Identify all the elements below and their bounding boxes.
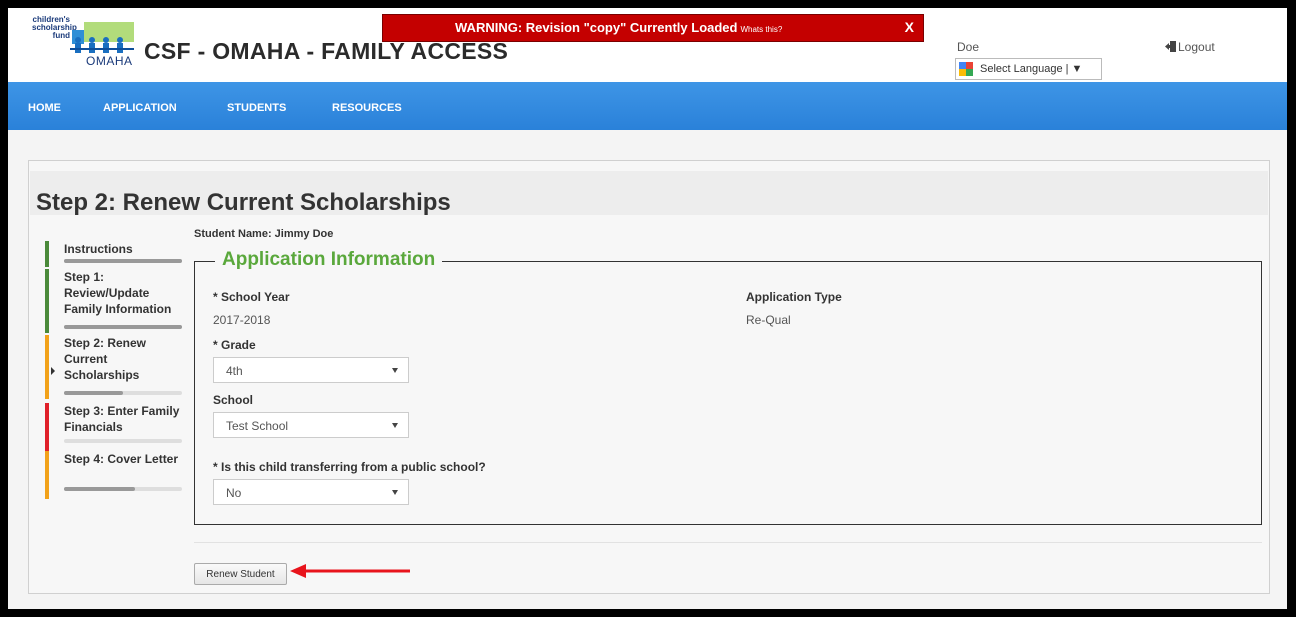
nav-students[interactable]: STUDENTS (227, 102, 286, 114)
application-panel: Step 2: Renew Current Scholarships Instr… (28, 160, 1270, 594)
nav-home[interactable]: HOME (28, 102, 61, 114)
student-name: Student Name: Jimmy Doe (194, 228, 334, 240)
form-divider (194, 542, 1262, 543)
site-title: CSF - OMAHA - FAMILY ACCESS (144, 38, 509, 64)
application-type-label: Application Type (746, 290, 842, 304)
logo-line-3: fund (52, 31, 70, 40)
logout-link[interactable]: Logout (1165, 40, 1215, 54)
chevron-down-icon (392, 368, 398, 373)
sidebar-item-label: Instructions (64, 242, 133, 256)
google-translate-icon (959, 62, 973, 76)
renew-student-button[interactable]: Renew Student (194, 563, 287, 585)
school-year-label: * School Year (213, 290, 290, 304)
chevron-down-icon (392, 490, 398, 495)
step-progress-bar (64, 391, 182, 395)
logo-text: children's scholarship fund (32, 16, 77, 40)
warning-message: WARNING: Revision "copy" Currently Loade… (455, 20, 738, 35)
logo-city: OMAHA (86, 54, 133, 68)
logo-family-figures-icon (70, 22, 134, 53)
school-select[interactable]: Test School (213, 412, 409, 438)
annotation-arrow-icon (290, 564, 410, 578)
sidebar-item-step-1[interactable]: Step 1: Review/Update Family Information (45, 269, 185, 333)
logout-label: Logout (1178, 40, 1215, 54)
page-title: Step 2: Renew Current Scholarships (36, 189, 451, 216)
csf-logo[interactable]: children's scholarship fund OMAHA (32, 16, 140, 74)
step-progress-fill (64, 487, 135, 491)
sidebar-item-step-4[interactable]: Step 4: Cover Letter (45, 451, 185, 499)
step-progress-bar (64, 259, 182, 263)
sidebar-item-label: Step 2: Renew Current Scholarships (64, 336, 147, 382)
step-progress-bar (64, 325, 182, 329)
nav-application[interactable]: APPLICATION (103, 102, 177, 114)
step-progress-bar (64, 487, 182, 491)
chevron-down-icon (392, 423, 398, 428)
revision-warning-banner: WARNING: Revision "copy" Currently Loade… (382, 14, 924, 42)
close-warning-button[interactable]: X (905, 19, 914, 35)
transfer-select[interactable]: No (213, 479, 409, 505)
user-name: Doe (957, 40, 980, 54)
sidebar-item-label: Step 1: Review/Update Family Information (64, 270, 172, 316)
application-information-fieldset: Application Information * School Year 20… (194, 249, 1262, 525)
sidebar-item-step-3[interactable]: Step 3: Enter Family Financials (45, 403, 185, 451)
grade-label: * Grade (213, 338, 256, 352)
step-progress-bar (64, 439, 182, 443)
transfer-select-value: No (226, 486, 242, 500)
language-select-label: Select Language | ▼ (980, 63, 1083, 75)
sidebar-item-step-2[interactable]: Step 2: Renew Current Scholarships (45, 335, 185, 399)
application-type-value: Re-Qual (746, 313, 791, 327)
grade-select-value: 4th (226, 364, 243, 378)
current-step-caret-icon (51, 367, 55, 375)
grade-select[interactable]: 4th (213, 357, 409, 383)
school-year-value: 2017-2018 (213, 313, 271, 327)
whats-this-link[interactable]: Whats this? (740, 25, 782, 34)
warning-text: WARNING: Revision "copy" Currently Loade… (455, 20, 782, 35)
nav-resources[interactable]: RESOURCES (332, 102, 402, 114)
fieldset-legend: Application Information (215, 249, 443, 271)
main-nav: HOME APPLICATION STUDENTS RESOURCES (8, 82, 1287, 130)
step-progress-fill (64, 391, 123, 395)
logout-icon (1165, 41, 1176, 52)
sidebar-item-instructions[interactable]: Instructions (45, 241, 185, 267)
sidebar-item-label: Step 3: Enter Family Financials (64, 404, 180, 434)
school-select-value: Test School (226, 419, 289, 433)
sidebar-item-label: Step 4: Cover Letter (64, 452, 179, 466)
step-progress-fill (64, 325, 182, 329)
step-progress-fill (64, 259, 182, 263)
transfer-label: * Is this child transferring from a publ… (213, 460, 486, 474)
school-label: School (213, 393, 254, 407)
step-title-bar: Step 2: Renew Current Scholarships (30, 171, 1268, 216)
language-select[interactable]: Select Language | ▼ (955, 58, 1102, 80)
